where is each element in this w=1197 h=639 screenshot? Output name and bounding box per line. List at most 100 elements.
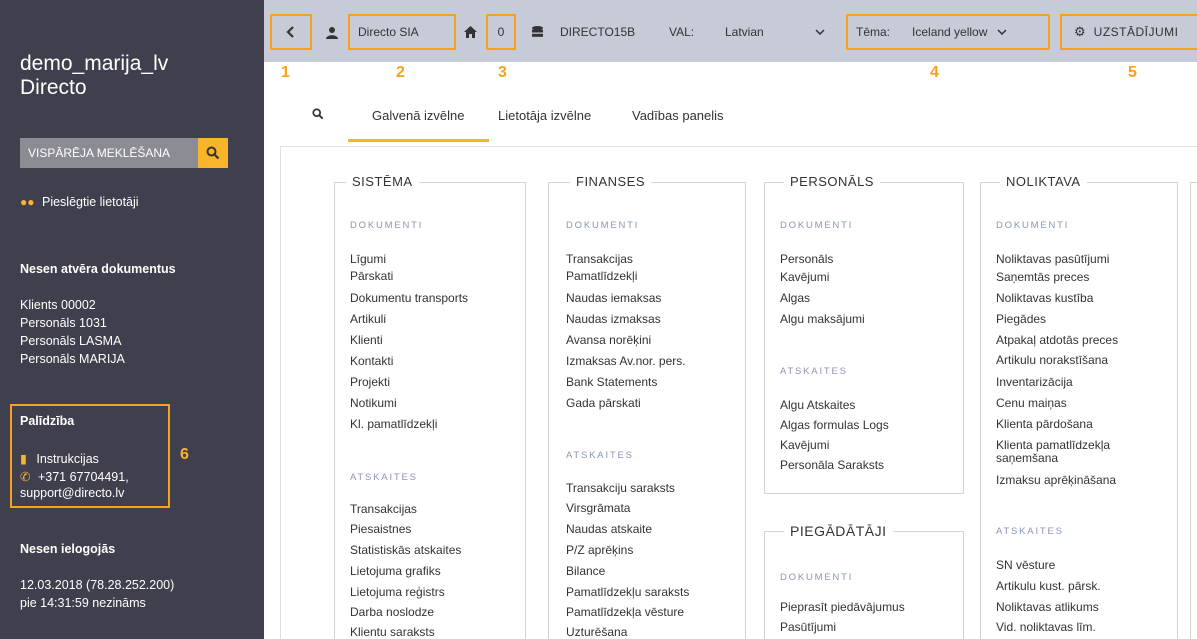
menu-link[interactable]: Artikulu norakstīšana: [996, 353, 1108, 368]
menu-link[interactable]: Darba noslodze: [350, 605, 434, 620]
connected-users-link[interactable]: ●● Pieslēgtie lietotāji: [20, 193, 139, 211]
menu-link[interactable]: Piesaistnes: [350, 522, 411, 537]
menu-link[interactable]: Projekti: [350, 375, 390, 390]
search-button[interactable]: [198, 138, 228, 168]
menu-link[interactable]: Transakciju saraksts: [566, 481, 675, 496]
menu-link[interactable]: Lietojuma reģistrs: [350, 585, 445, 600]
menu-link[interactable]: Bilance: [566, 564, 605, 579]
menu-link[interactable]: Transakcijas: [566, 252, 633, 267]
menu-link[interactable]: Gada pārskati: [566, 396, 641, 411]
section-label-documents: DOKUMENTI: [780, 220, 854, 231]
menu-link[interactable]: Izmaksu aprēķināšana: [996, 473, 1116, 488]
menu-link[interactable]: SN vēsture: [996, 558, 1055, 573]
gear-icon: ⚙: [1074, 24, 1086, 39]
recent-doc-link[interactable]: Personāls 1031: [20, 314, 107, 332]
notification-count[interactable]: 0: [486, 14, 516, 50]
menu-link[interactable]: Noliktavas atlikums: [996, 600, 1099, 615]
menu-link[interactable]: P/Z aprēķins: [566, 543, 633, 558]
menu-link[interactable]: Dokumentu transports: [350, 291, 468, 306]
menu-link[interactable]: Noliktavas kustība: [996, 291, 1093, 306]
menu-link[interactable]: Algas formulas Logs: [780, 418, 889, 433]
active-tab-indicator: [348, 139, 489, 142]
menu-link[interactable]: Inventarizācija: [996, 375, 1073, 390]
menu-link[interactable]: Noliktavas pasūtījumi: [996, 252, 1109, 267]
column-title-personals: PERSONĀLS: [784, 174, 880, 189]
home-icon[interactable]: [464, 14, 477, 50]
callout-1: 1: [281, 64, 290, 81]
help-title: Palīdzība: [20, 414, 75, 428]
callout-4: 4: [930, 64, 939, 81]
menu-link[interactable]: Avansa norēķini: [566, 333, 651, 348]
menu-link[interactable]: Artikuli: [350, 312, 386, 327]
users-icon: ●●: [20, 195, 35, 209]
menu-link[interactable]: Klientu saraksts: [350, 625, 435, 639]
menu-link[interactable]: Virsgrāmata: [566, 501, 630, 516]
menu-link[interactable]: Personāls: [780, 252, 833, 267]
instructions-link[interactable]: ▮ Instrukcijas: [20, 450, 99, 468]
menu-link[interactable]: Algas: [780, 291, 810, 306]
recent-doc-link[interactable]: Personāls MARIJA: [20, 350, 125, 368]
menu-link[interactable]: saņemšana: [996, 451, 1058, 466]
search-icon: [312, 108, 324, 120]
tab-main-menu[interactable]: Galvenā izvēlne: [372, 108, 465, 123]
menu-link[interactable]: Pamatlīdzekļa vēsture: [566, 605, 684, 620]
book-icon: ▮: [20, 452, 27, 466]
language-value: Latvian: [725, 25, 764, 39]
section-label-reports: ATSKAITES: [996, 526, 1064, 537]
tab-user-menu[interactable]: Lietotāja izvēlne: [498, 108, 591, 123]
menu-link[interactable]: Pamatlīdzekļi: [566, 269, 637, 284]
language-select[interactable]: Latvian: [719, 14, 831, 50]
recent-docs-title: Nesen atvēra dokumentus: [20, 262, 176, 276]
menu-link[interactable]: Uzturēšana: [566, 625, 627, 639]
chevron-down-icon: [815, 29, 825, 35]
menu-link[interactable]: Saņemtās preces: [996, 270, 1089, 285]
menu-link[interactable]: Transakcijas: [350, 502, 417, 517]
tab-search[interactable]: [312, 108, 324, 123]
support-email[interactable]: support@directo.lv: [20, 484, 124, 502]
menu-link[interactable]: Līgumi: [350, 252, 386, 267]
menu-link[interactable]: Notikumi: [350, 396, 397, 411]
menu-link[interactable]: Pamatlīdzekļu saraksts: [566, 585, 689, 600]
recent-doc-link[interactable]: Klients 00002: [20, 296, 96, 314]
menu-link[interactable]: Naudas atskaite: [566, 522, 652, 537]
theme-selector[interactable]: Tēma: Iceland yellow: [846, 14, 1050, 50]
section-label-documents: DOKUMENTI: [780, 572, 854, 583]
section-label-reports: ATSKAITES: [566, 450, 634, 461]
menu-link[interactable]: Naudas izmaksas: [566, 312, 661, 327]
column-partial: [1190, 182, 1197, 639]
recent-doc-link[interactable]: Personāls LASMA: [20, 332, 121, 350]
menu-link[interactable]: Pārskati: [350, 269, 393, 284]
menu-link[interactable]: Bank Statements: [566, 375, 657, 390]
menu-link[interactable]: Kavējumi: [780, 270, 829, 285]
menu-link[interactable]: Personāla Saraksts: [780, 458, 884, 473]
menu-link[interactable]: Pieprasīt piedāvājumus: [780, 600, 905, 615]
column-title-sistema: SISTĒMA: [346, 174, 419, 189]
menu-link[interactable]: Klienta pārdošana: [996, 417, 1093, 432]
phone-icon: ✆: [20, 470, 31, 484]
menu-link[interactable]: Pasūtījumi: [780, 620, 836, 635]
settings-button[interactable]: ⚙ UZSTĀDĪJUMI: [1060, 14, 1197, 50]
menu-link[interactable]: Statistiskās atskaites: [350, 543, 461, 558]
company-selector[interactable]: Directo SIA: [348, 14, 456, 50]
menu-link[interactable]: Lietojuma grafiks: [350, 564, 441, 579]
menu-link[interactable]: Cenu maiņas: [996, 396, 1067, 411]
menu-link[interactable]: Naudas iemaksas: [566, 291, 661, 306]
menu-link[interactable]: Algu Atskaites: [780, 398, 855, 413]
menu-link[interactable]: Algu maksājumi: [780, 312, 865, 327]
database-icon: [532, 14, 543, 50]
chevron-left-icon: [286, 26, 294, 38]
menu-link[interactable]: Atpakaļ atdotās preces: [996, 333, 1118, 348]
menu-link[interactable]: Kontakti: [350, 354, 393, 369]
menu-link[interactable]: Vid. noliktavas līm.: [996, 620, 1096, 635]
menu-link[interactable]: Piegādes: [996, 312, 1046, 327]
global-search-input[interactable]: [20, 138, 198, 168]
menu-link[interactable]: Artikulu kust. pārsk.: [996, 579, 1101, 594]
recent-login-line: pie 14:31:59 nezināms: [20, 596, 146, 610]
menu-link[interactable]: Izmaksas Av.nor. pers.: [566, 354, 686, 369]
collapse-sidebar-button[interactable]: [270, 14, 312, 50]
menu-link[interactable]: Kl. pamatlīdzekļi: [350, 417, 437, 432]
menu-link[interactable]: Kavējumi: [780, 438, 829, 453]
recent-login-line: 12.03.2018 (78.28.252.200): [20, 578, 175, 592]
menu-link[interactable]: Klienti: [350, 333, 383, 348]
tab-dashboard[interactable]: Vadības panelis: [632, 108, 724, 123]
